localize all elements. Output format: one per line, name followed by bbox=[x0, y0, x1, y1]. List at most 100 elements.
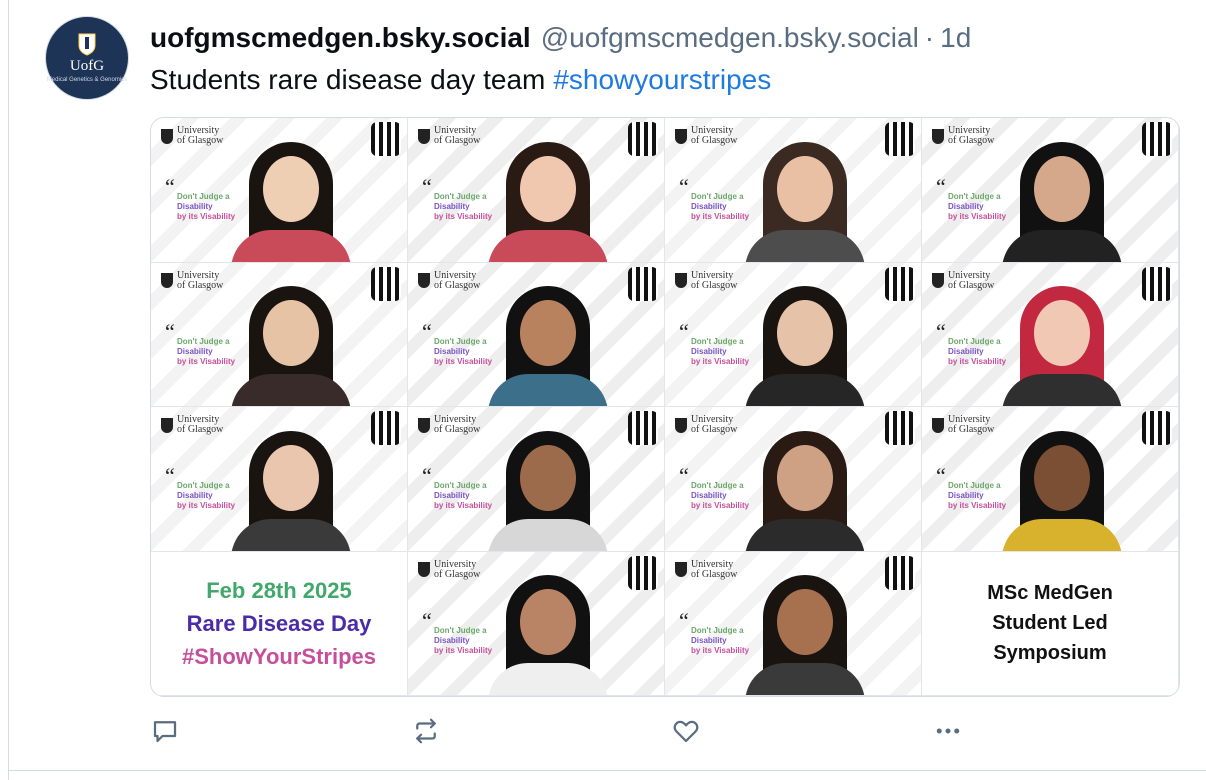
participant-tile: University of Glasgow “Don't Judge a Disabi… bbox=[408, 262, 665, 407]
university-logo: University of Glasgow bbox=[418, 559, 480, 580]
like-button[interactable] bbox=[668, 713, 704, 749]
shield-icon bbox=[675, 417, 687, 433]
post-image[interactable]: University of Glasgow “Don't Judge a Disabi… bbox=[150, 117, 1180, 697]
avatar-subtitle: Medical Genetics & Genomics bbox=[46, 77, 128, 83]
shield-icon bbox=[932, 273, 944, 288]
slogan: Don't Judge a Disability by its Visability bbox=[177, 192, 236, 221]
participant-tile: University of Glasgow “Don't Judge a Disabi… bbox=[665, 407, 922, 552]
participant-photo bbox=[231, 134, 351, 262]
zebra-icon bbox=[885, 122, 915, 156]
slogan: Don't Judge a Disability by its Visability bbox=[691, 336, 750, 366]
post-divider bbox=[8, 770, 1206, 771]
university-name: University of Glasgow bbox=[434, 269, 481, 291]
slogan: Don't Judge a Disability by its Visability bbox=[948, 481, 1007, 510]
participant-photo bbox=[745, 423, 865, 551]
shield-icon bbox=[932, 417, 944, 433]
display-name-link[interactable]: uofgmscmedgen.bsky.social bbox=[150, 22, 531, 54]
slogan: Don't Judge a Disability by its Visability bbox=[948, 336, 1007, 366]
timestamp-link[interactable]: 1d bbox=[940, 22, 971, 54]
participant-tile: University of Glasgow “Don't Judge a Disabi… bbox=[922, 407, 1179, 552]
zebra-icon bbox=[1142, 266, 1172, 301]
zebra-icon bbox=[628, 122, 658, 156]
slogan: Don't Judge a Disability by its Visability bbox=[177, 336, 236, 366]
hashtag-link[interactable]: #showyourstripes bbox=[553, 64, 771, 96]
participant-tile: University of Glasgow “Don't Judge a Disabi… bbox=[151, 262, 408, 407]
handle-link[interactable]: @uofgmscmedgen.bsky.social bbox=[541, 22, 919, 54]
thread-left-border bbox=[8, 0, 9, 780]
university-logo: University of Glasgow bbox=[675, 415, 737, 435]
shield-icon bbox=[932, 128, 944, 144]
repost-icon bbox=[416, 718, 436, 744]
quote-mark: “ bbox=[422, 607, 432, 633]
quote-mark: “ bbox=[679, 463, 689, 488]
zebra-icon bbox=[885, 411, 915, 445]
zebra-icon bbox=[628, 266, 658, 301]
caption-line1: Feb 28th 2025 bbox=[206, 577, 352, 603]
participant-photo bbox=[1002, 134, 1122, 262]
quote-mark: “ bbox=[165, 174, 175, 199]
quote-mark: “ bbox=[936, 463, 946, 488]
participant-photo bbox=[1002, 278, 1122, 407]
post-actions bbox=[0, 713, 1206, 749]
zebra-icon bbox=[371, 411, 401, 445]
university-logo: University of Glasgow bbox=[675, 559, 737, 580]
zebra-icon bbox=[628, 555, 658, 590]
slogan: Don't Judge a Disability by its Visability bbox=[691, 625, 750, 655]
university-name: University of Glasgow bbox=[434, 414, 481, 435]
participant-tile: University of Glasgow “Don't Judge a Disabi… bbox=[408, 407, 665, 552]
heart-icon bbox=[673, 720, 699, 743]
participant-photo bbox=[488, 134, 608, 262]
university-name: University of Glasgow bbox=[948, 414, 995, 435]
shield-icon bbox=[161, 417, 173, 433]
participant-tile: University of Glasgow “Don't Judge a Disabi… bbox=[408, 551, 665, 696]
slogan: Don't Judge a Disability by its Visability bbox=[434, 336, 493, 366]
participant-photo bbox=[231, 423, 351, 551]
participant-photo bbox=[488, 278, 608, 407]
zebra-icon bbox=[1142, 411, 1172, 445]
reply-button[interactable] bbox=[147, 713, 183, 749]
participant-tile: University of Glasgow “Don't Judge a Disabi… bbox=[665, 551, 922, 696]
university-logo: University of Glasgow bbox=[161, 126, 223, 146]
shield-icon bbox=[418, 562, 430, 577]
participant-tile: University of Glasgow “Don't Judge a Disabi… bbox=[665, 262, 922, 407]
shield-icon bbox=[418, 417, 430, 433]
shield-icon bbox=[161, 128, 173, 144]
participant-photo bbox=[745, 134, 865, 262]
university-name: University of Glasgow bbox=[948, 269, 995, 291]
zebra-icon bbox=[371, 266, 401, 301]
caption-line2: Rare Disease Day bbox=[186, 610, 372, 636]
slogan: Don't Judge a Disability by its Visability bbox=[434, 192, 493, 221]
caption-line3: Symposium bbox=[993, 642, 1107, 665]
repost-button[interactable] bbox=[408, 713, 444, 749]
slogan: Don't Judge a Disability by its Visability bbox=[434, 481, 493, 510]
slogan: Don't Judge a Disability by its Visability bbox=[434, 625, 493, 655]
university-logo: University of Glasgow bbox=[418, 415, 480, 435]
participant-photo bbox=[231, 278, 351, 407]
participant-photo bbox=[488, 423, 608, 551]
participant-tile: University of Glasgow “Don't Judge a Disabi… bbox=[665, 118, 922, 263]
university-name: University of Glasgow bbox=[177, 125, 224, 146]
university-logo: University of Glasgow bbox=[161, 415, 223, 435]
shield-icon bbox=[675, 128, 687, 144]
caption-line3: #ShowYourStripes bbox=[182, 643, 376, 669]
participant-tile: University of Glasgow “Don't Judge a Disabi… bbox=[408, 118, 665, 263]
university-logo: University of Glasgow bbox=[675, 126, 737, 146]
more-options-button[interactable] bbox=[930, 713, 966, 749]
avatar[interactable]: UofG Medical Genetics & Genomics bbox=[45, 16, 129, 100]
participant-tile: University of Glasgow “Don't Judge a Disabi… bbox=[922, 118, 1179, 263]
quote-mark: “ bbox=[422, 318, 432, 344]
zebra-icon bbox=[1142, 122, 1172, 156]
shield-icon bbox=[675, 273, 687, 288]
participant-photo bbox=[1002, 423, 1122, 551]
quote-mark: “ bbox=[165, 318, 175, 344]
university-name: University of Glasgow bbox=[434, 125, 481, 146]
quote-mark: “ bbox=[422, 174, 432, 199]
slogan: Don't Judge a Disability by its Visability bbox=[691, 481, 750, 510]
shield-icon bbox=[418, 273, 430, 288]
shield-icon bbox=[418, 128, 430, 144]
quote-mark: “ bbox=[936, 318, 946, 344]
quote-mark: “ bbox=[679, 174, 689, 199]
quote-mark: “ bbox=[936, 174, 946, 199]
slogan: Don't Judge a Disability by its Visability bbox=[177, 481, 236, 510]
participant-tile: University of Glasgow “Don't Judge a Disabi… bbox=[151, 407, 408, 552]
